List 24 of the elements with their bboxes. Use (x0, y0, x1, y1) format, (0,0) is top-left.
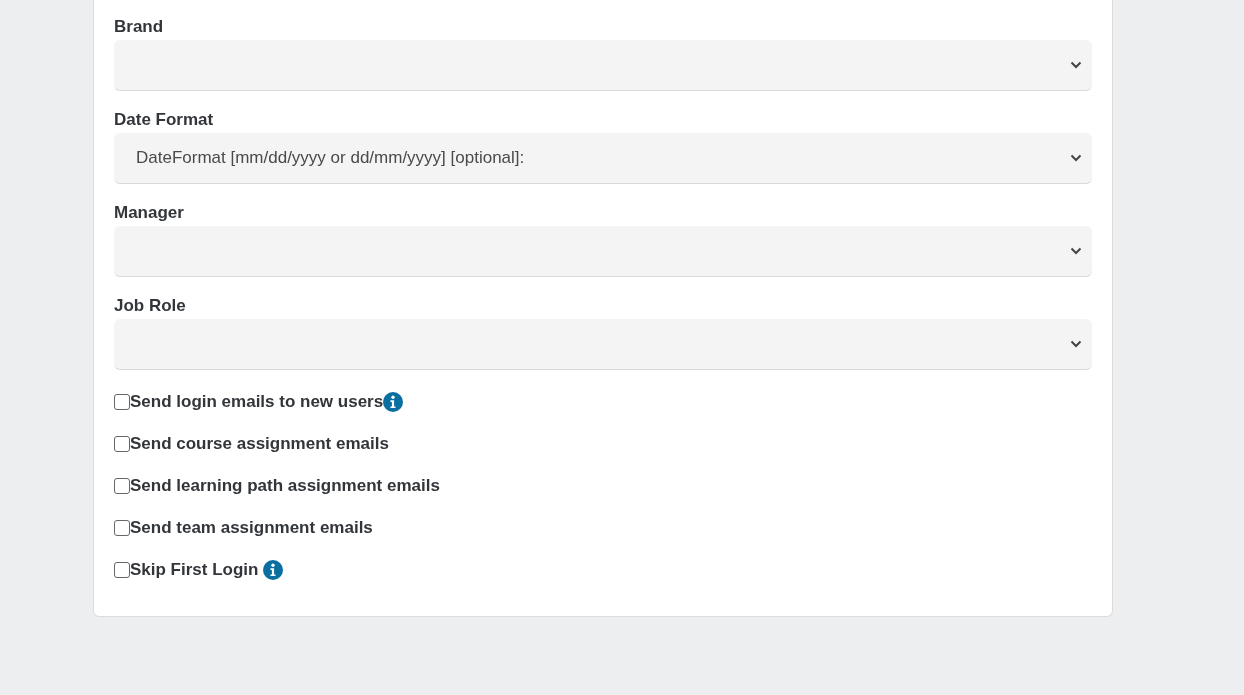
checkbox-label: Send login emails to new users (130, 391, 384, 414)
checkbox-label: Send course assignment emails (130, 433, 389, 456)
info-icon[interactable] (383, 392, 404, 412)
chevron-down-icon (1070, 61, 1082, 69)
checkbox[interactable] (114, 436, 130, 452)
checkbox-label: Skip First Login (130, 559, 259, 582)
chevron-down-icon (1070, 247, 1082, 255)
field-label: Brand (114, 16, 165, 38)
checkbox[interactable] (114, 562, 130, 578)
field-label: Manager (114, 202, 185, 224)
checkbox[interactable] (114, 520, 130, 536)
checkbox-label: Send team assignment emails (130, 517, 373, 540)
checkbox[interactable] (114, 478, 130, 494)
select-field[interactable] (114, 319, 1092, 370)
select-field[interactable] (114, 40, 1092, 91)
field-label: Date Format (114, 109, 215, 131)
info-icon[interactable] (263, 560, 284, 580)
chevron-down-icon (1070, 340, 1082, 348)
chevron-down-icon (1070, 154, 1082, 162)
select-field[interactable] (114, 226, 1092, 277)
select-field[interactable]: DateFormat [mm/dd/yyyy or dd/mm/yyyy] [optional]: (114, 133, 1092, 184)
field-label: Job Role (114, 295, 187, 317)
checkbox[interactable] (114, 394, 130, 410)
checkbox-label: Send learning path assignment emails (130, 475, 440, 498)
